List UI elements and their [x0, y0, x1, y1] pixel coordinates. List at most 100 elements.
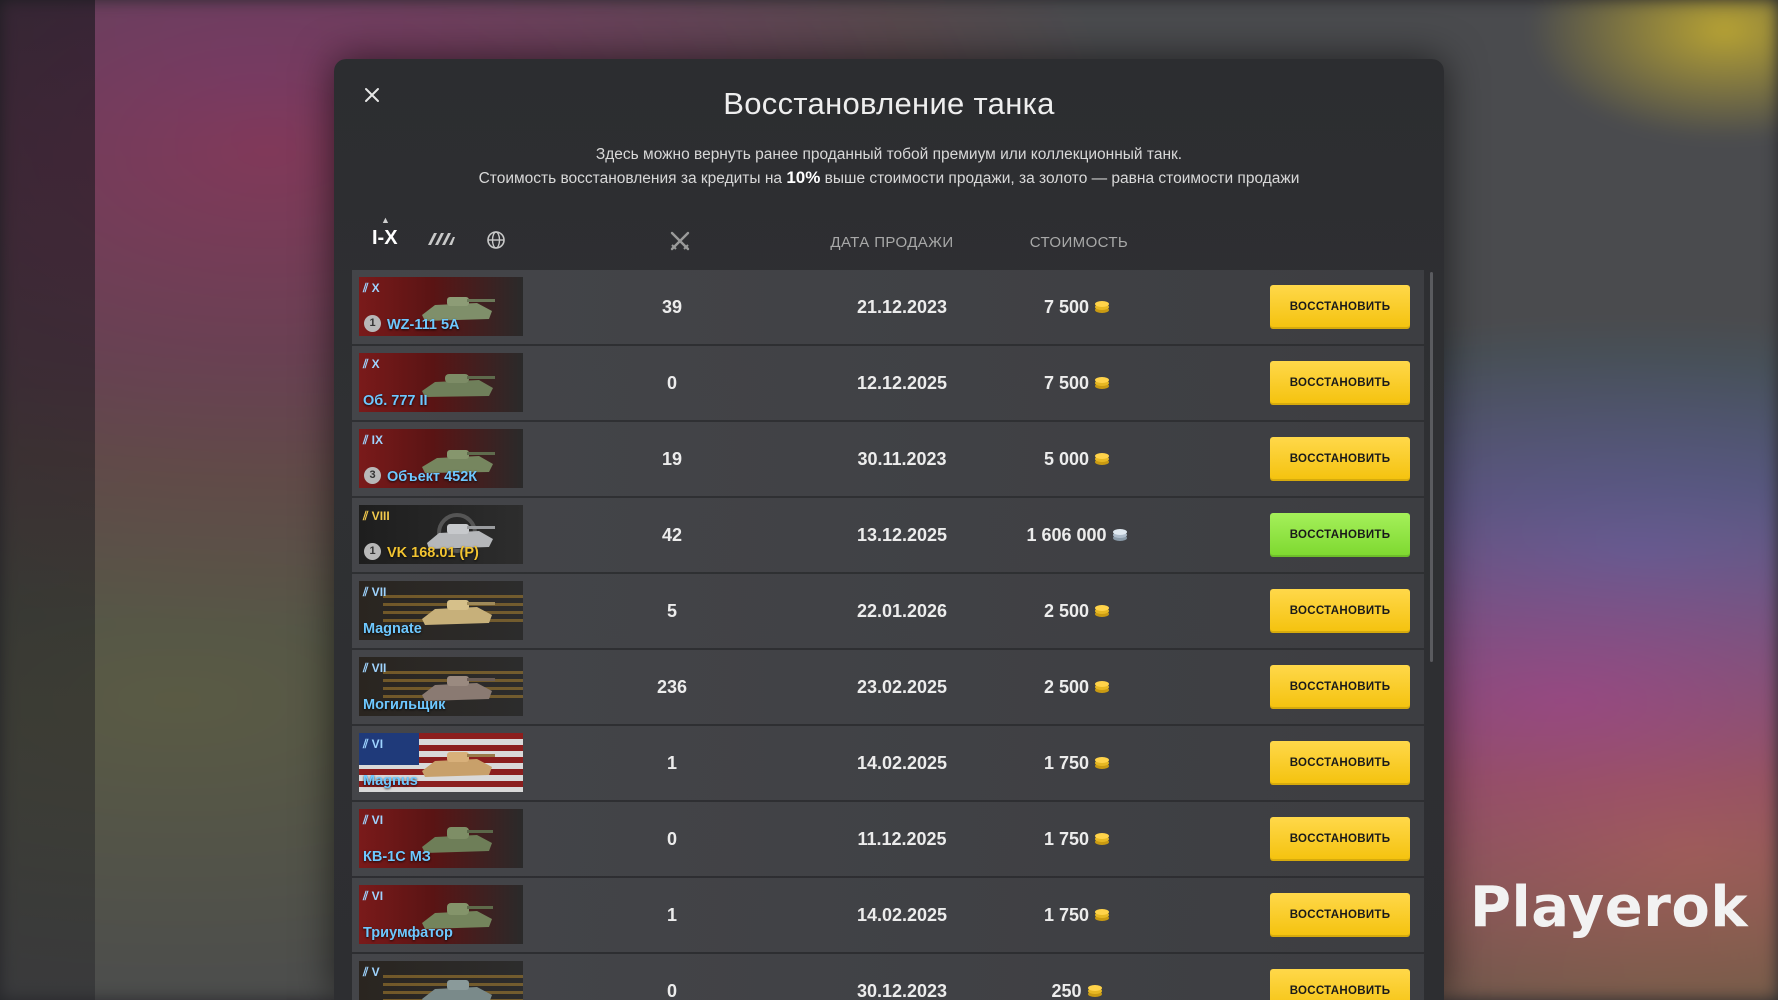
table-row: ⫽ VII Magnate 5 22.01.2026 2 500 ВОССТАН… — [352, 574, 1424, 648]
tank-list: ⫽ X 1 WZ-111 5A 39 21.12.2023 7 500 ВОСС… — [352, 270, 1424, 1000]
nation-filter-globe-icon[interactable] — [486, 230, 506, 255]
restore-button[interactable]: ВОССТАНОВИТЬ — [1270, 741, 1410, 785]
sale-date: 12.12.2025 — [856, 373, 948, 393]
battles-count: 42 — [661, 525, 683, 545]
restore-button[interactable]: ВОССТАНОВИТЬ — [1270, 513, 1410, 557]
column-header-cost[interactable]: СТОИМОСТЬ — [1024, 234, 1134, 251]
sort-caret-icon: ▲ — [381, 215, 390, 225]
sale-date: 23.02.2025 — [856, 677, 948, 697]
vehicle-type-filter-icon[interactable] — [426, 231, 456, 252]
sale-date: 30.12.2023 — [856, 981, 948, 1000]
tank-silhouette-icon — [422, 600, 495, 625]
sale-date: 13.12.2025 — [856, 525, 948, 545]
battles-count: 19 — [661, 449, 683, 469]
tier-label: ⫽ VII — [363, 661, 387, 675]
tank-thumbnail: ⫽ X 1 WZ-111 5A — [359, 277, 523, 336]
gold-coin-icon — [1087, 955, 1103, 1000]
sale-date: 11.12.2025 — [857, 829, 947, 849]
watermark-logo: Playerok — [1470, 875, 1749, 940]
tank-name: Magnus — [363, 773, 418, 789]
restore-cost: 1 750 — [997, 726, 1157, 800]
table-row: ⫽ VIII 1 VK 168.01 (P) 42 13.12.2025 1 6… — [352, 498, 1424, 572]
description-line-1: Здесь можно вернуть ранее проданный тобо… — [595, 146, 1183, 163]
battles-count: 0 — [666, 981, 677, 1000]
list-scrollbar[interactable] — [1430, 272, 1433, 662]
restore-button[interactable]: ВОССТАНОВИТЬ — [1270, 969, 1410, 1000]
tank-thumbnail: ⫽ V — [359, 961, 523, 1000]
restore-cost: 7 500 — [997, 270, 1157, 344]
battles-count: 1 — [666, 905, 677, 925]
sale-date: 30.11.2023 — [857, 449, 947, 469]
restore-button[interactable]: ВОССТАНОВИТЬ — [1270, 437, 1410, 481]
restore-button[interactable]: ВОССТАНОВИТЬ — [1270, 589, 1410, 633]
tank-name: Объект 452К — [387, 469, 478, 485]
tank-thumbnail: ⫽ VI Magnus — [359, 733, 523, 792]
battles-count: 5 — [666, 601, 677, 621]
table-row: ⫽ V 0 30.12.2023 250 ВОССТАНОВИТЬ — [352, 954, 1424, 1000]
tank-name: КВ-1С МЗ — [363, 849, 431, 865]
sale-date: 22.01.2026 — [856, 601, 948, 621]
tier-label: ⫽ VI — [363, 813, 384, 827]
tier-filter-label: I-X — [372, 227, 398, 249]
gold-coin-icon — [1094, 423, 1110, 497]
tank-thumbnail: ⫽ VI Триумфатор — [359, 885, 523, 944]
restore-cost: 2 500 — [997, 650, 1157, 724]
battles-count: 0 — [666, 829, 677, 849]
sale-date: 14.02.2025 — [856, 753, 948, 773]
restore-button[interactable]: ВОССТАНОВИТЬ — [1270, 285, 1410, 329]
battles-count: 0 — [666, 373, 677, 393]
tank-silhouette-icon — [422, 752, 495, 777]
restore-button[interactable]: ВОССТАНОВИТЬ — [1270, 893, 1410, 937]
description-line-2: Стоимость восстановления за кредиты на 1… — [478, 168, 1300, 187]
tier-label: ⫽ VII — [363, 585, 387, 599]
restore-cost: 250 — [997, 954, 1157, 1000]
tier-label: ⫽ VI — [363, 737, 384, 751]
restore-cost: 2 500 — [997, 574, 1157, 648]
table-row: ⫽ VI Magnus 1 14.02.2025 1 750 ВОССТАНОВ… — [352, 726, 1424, 800]
tier-label: ⫽ X — [363, 281, 380, 295]
table-row: ⫽ X 1 WZ-111 5A 39 21.12.2023 7 500 ВОСС… — [352, 270, 1424, 344]
table-row: ⫽ VI КВ-1С МЗ 0 11.12.2025 1 750 ВОССТАН… — [352, 802, 1424, 876]
battles-count: 1 — [666, 753, 677, 773]
tank-name: WZ-111 5A — [387, 317, 460, 333]
tank-thumbnail: ⫽ VI КВ-1С МЗ — [359, 809, 523, 868]
restore-cost: 1 606 000 — [997, 498, 1157, 572]
tier-filter-button[interactable]: ▲ I-X — [372, 215, 398, 250]
tier-label: ⫽ VIII — [363, 509, 390, 523]
battles-count: 39 — [661, 297, 683, 317]
credits-coin-icon — [1112, 499, 1128, 573]
mastery-badge-icon: 1 — [364, 315, 381, 332]
tank-name: Об. 777 II — [363, 393, 428, 409]
tank-name: Могильщик — [363, 697, 446, 713]
tank-name: VK 168.01 (P) — [387, 545, 479, 561]
restore-button[interactable]: ВОССТАНОВИТЬ — [1270, 361, 1410, 405]
tier-label: ⫽ X — [363, 357, 380, 371]
battles-count: 236 — [656, 677, 688, 697]
gold-coin-icon — [1094, 575, 1110, 649]
tank-thumbnail: ⫽ IX 3 Объект 452К — [359, 429, 523, 488]
restore-cost: 5 000 — [997, 422, 1157, 496]
tier-label: ⫽ VI — [363, 889, 384, 903]
gold-coin-icon — [1094, 271, 1110, 345]
restore-cost: 1 750 — [997, 878, 1157, 952]
restore-button[interactable]: ВОССТАНОВИТЬ — [1270, 817, 1410, 861]
column-header-sale-date[interactable]: ДАТА ПРОДАЖИ — [812, 234, 972, 251]
battles-crossed-swords-icon — [669, 230, 691, 257]
gold-coin-icon — [1094, 879, 1110, 953]
table-row: ⫽ VI Триумфатор 1 14.02.2025 1 750 ВОССТ… — [352, 878, 1424, 952]
restore-tank-modal: Восстановление танка Здесь можно вернуть… — [334, 59, 1444, 1000]
tank-thumbnail: ⫽ VII Могильщик — [359, 657, 523, 716]
tank-silhouette-icon — [422, 374, 495, 397]
mastery-badge-icon: 3 — [364, 467, 381, 484]
mastery-badge-icon: 1 — [364, 543, 381, 560]
sale-date: 21.12.2023 — [856, 297, 948, 317]
tier-label: ⫽ V — [363, 965, 380, 979]
tank-silhouette-icon — [422, 980, 492, 1000]
restore-cost: 1 750 — [997, 802, 1157, 876]
tank-thumbnail: ⫽ X Об. 777 II — [359, 353, 523, 412]
sale-date: 14.02.2025 — [856, 905, 948, 925]
restore-cost: 7 500 — [997, 346, 1157, 420]
restore-button[interactable]: ВОССТАНОВИТЬ — [1270, 665, 1410, 709]
modal-title: Восстановление танка — [723, 86, 1055, 121]
tank-thumbnail: ⫽ VIII 1 VK 168.01 (P) — [359, 505, 523, 564]
